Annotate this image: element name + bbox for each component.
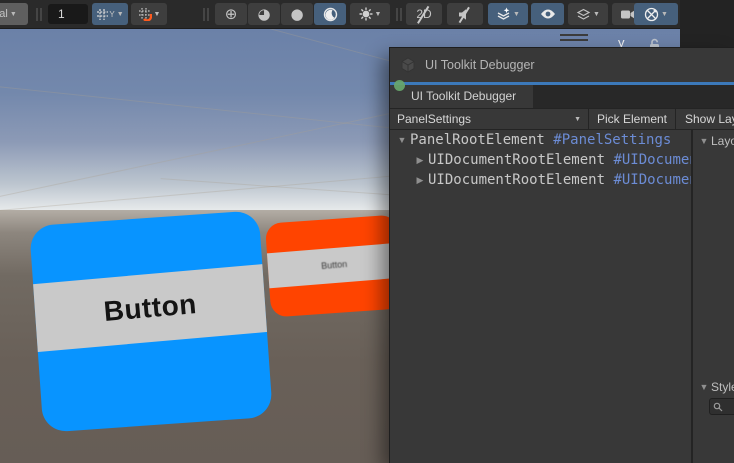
shading-solid-button[interactable]: ● <box>281 3 313 25</box>
shading-wireframe-button[interactable]: ⊕ <box>215 3 247 25</box>
element-tree: ▼PanelRootElement #PanelSettings ▶UIDocu… <box>390 130 691 463</box>
chevron-down-icon: ▼ <box>593 11 600 18</box>
audio-mute-icon <box>458 8 472 21</box>
audio-toggle[interactable] <box>447 3 483 25</box>
chevron-down-icon: ▼ <box>375 11 382 18</box>
show-layout-label: Show Layout <box>685 112 734 126</box>
pick-element-label: Pick Element <box>597 112 667 126</box>
tab-status-dot <box>394 80 405 91</box>
foldout-open-icon: ▼ <box>697 136 711 146</box>
toolbar-drag-handle[interactable] <box>396 8 402 21</box>
element-id: #UIDocument <box>613 172 691 188</box>
element-id: #PanelSettings <box>553 132 671 148</box>
grid-visibility-button[interactable]: Y ▼ <box>92 3 128 25</box>
snap-settings-button[interactable]: ▼ <box>131 3 167 25</box>
button-label: Button <box>102 288 198 328</box>
section-label: Styles <box>711 380 734 394</box>
section-label: Layout <box>711 134 734 148</box>
world-space-button-blue[interactable]: Button <box>29 210 273 433</box>
ui-toolkit-debugger-window: UI Toolkit Debugger UI Toolkit Debugger … <box>390 48 734 463</box>
unity-editor: al ▼ 1 Y ▼ ▼ ⊕ ◕ ● <box>0 0 734 463</box>
tab-ui-toolkit-debugger[interactable]: UI Toolkit Debugger <box>390 85 533 108</box>
pick-element-button[interactable]: Pick Element <box>589 109 676 129</box>
element-type: UIDocumentRootElement <box>428 172 605 188</box>
scene-effects-button[interactable]: ▼ <box>350 3 390 25</box>
foldout-open-icon[interactable]: ▼ <box>394 130 410 150</box>
grid-snap-icon <box>96 8 109 21</box>
chevron-down-icon: ▼ <box>10 11 17 18</box>
button-label: Button <box>321 259 348 271</box>
button-label-band: Button <box>265 242 403 288</box>
element-type: UIDocumentRootElement <box>428 152 605 168</box>
grid-size-value: 1 <box>58 7 65 21</box>
chevron-down-icon: ▼ <box>574 116 581 123</box>
element-id: #UIDocument <box>613 152 691 168</box>
window-titlebar[interactable]: UI Toolkit Debugger <box>390 48 734 82</box>
layers-star-icon <box>496 7 511 21</box>
layers-button[interactable]: ▼ <box>568 3 608 25</box>
panel-select-dropdown[interactable]: PanelSettings ▼ <box>390 109 589 129</box>
foldout-closed-icon[interactable]: ▶ <box>412 150 428 170</box>
2d-toggle-icon: 2D <box>416 7 431 21</box>
gizmos-button[interactable]: ▼ <box>634 3 678 25</box>
tab-bar: UI Toolkit Debugger <box>390 85 734 108</box>
grid-axis-label: Y <box>109 10 114 19</box>
styles-search-input[interactable] <box>709 398 734 415</box>
tree-row-uidocument-1[interactable]: ▶UIDocumentRootElement #UIDocument <box>390 150 691 170</box>
overlay-drag-handle[interactable] <box>560 34 588 41</box>
foldout-closed-icon[interactable]: ▶ <box>412 170 428 190</box>
window-title: UI Toolkit Debugger <box>425 58 535 72</box>
toolbar-drag-handle[interactable] <box>36 8 42 21</box>
scene-visibility-button[interactable] <box>531 3 564 25</box>
effects-dropdown-button[interactable]: ▼ <box>488 3 528 25</box>
moon-icon <box>323 7 338 22</box>
editor-chrome-corner <box>680 0 734 48</box>
tab-label: UI Toolkit Debugger <box>411 89 516 103</box>
scene-toolbar: al ▼ 1 Y ▼ ▼ ⊕ ◕ ● <box>0 0 680 29</box>
shading-shaded-wire-button[interactable]: ◕ <box>248 3 280 25</box>
foldout-open-icon: ▼ <box>697 382 711 392</box>
cube-icon <box>400 57 416 73</box>
grid-size-field[interactable]: 1 <box>48 4 88 24</box>
inspector-pane: ▼Layout ▼Styles <box>693 130 734 463</box>
effects-burst-icon <box>359 7 373 21</box>
chevron-down-icon: ▼ <box>117 11 124 18</box>
gizmo-orbit-icon <box>644 7 659 22</box>
magnet-icon <box>138 7 152 21</box>
toolbar-drag-handle[interactable] <box>203 8 209 21</box>
world-space-button-orange[interactable]: Button <box>265 215 403 318</box>
layers-stack-icon <box>576 8 591 21</box>
tree-row-panel-root[interactable]: ▼PanelRootElement #PanelSettings <box>390 130 691 150</box>
button-label-band: Button <box>29 263 273 353</box>
search-icon <box>713 402 723 412</box>
chevron-down-icon: ▼ <box>513 11 520 18</box>
eye-icon <box>540 8 556 20</box>
debugger-toolbar: PanelSettings ▼ Pick Element Show Layout <box>390 108 734 130</box>
camera-icon <box>620 9 635 20</box>
pivot-label: al <box>0 8 8 20</box>
sphere-solid-icon: ● <box>290 7 303 22</box>
panel-dropdown-value: PanelSettings <box>397 112 574 126</box>
sphere-shaded-icon: ◕ <box>257 7 270 22</box>
show-layout-button[interactable]: Show Layout <box>676 109 734 129</box>
chevron-down-icon: ▼ <box>154 11 161 18</box>
debugger-content: ▼PanelRootElement #PanelSettings ▶UIDocu… <box>390 130 734 463</box>
tree-row-uidocument-2[interactable]: ▶UIDocumentRootElement #UIDocument <box>390 170 691 190</box>
chevron-down-icon: ▼ <box>661 11 668 18</box>
sphere-wire-icon: ⊕ <box>225 7 238 22</box>
2d-view-toggle[interactable]: 2D <box>406 3 442 25</box>
scene-lighting-button[interactable] <box>314 3 346 25</box>
styles-section-header[interactable]: ▼Styles <box>697 380 734 394</box>
layout-section-header[interactable]: ▼Layout <box>697 134 734 148</box>
pivot-orientation-dropdown[interactable]: al ▼ <box>0 3 28 25</box>
element-type: PanelRootElement <box>410 132 545 148</box>
